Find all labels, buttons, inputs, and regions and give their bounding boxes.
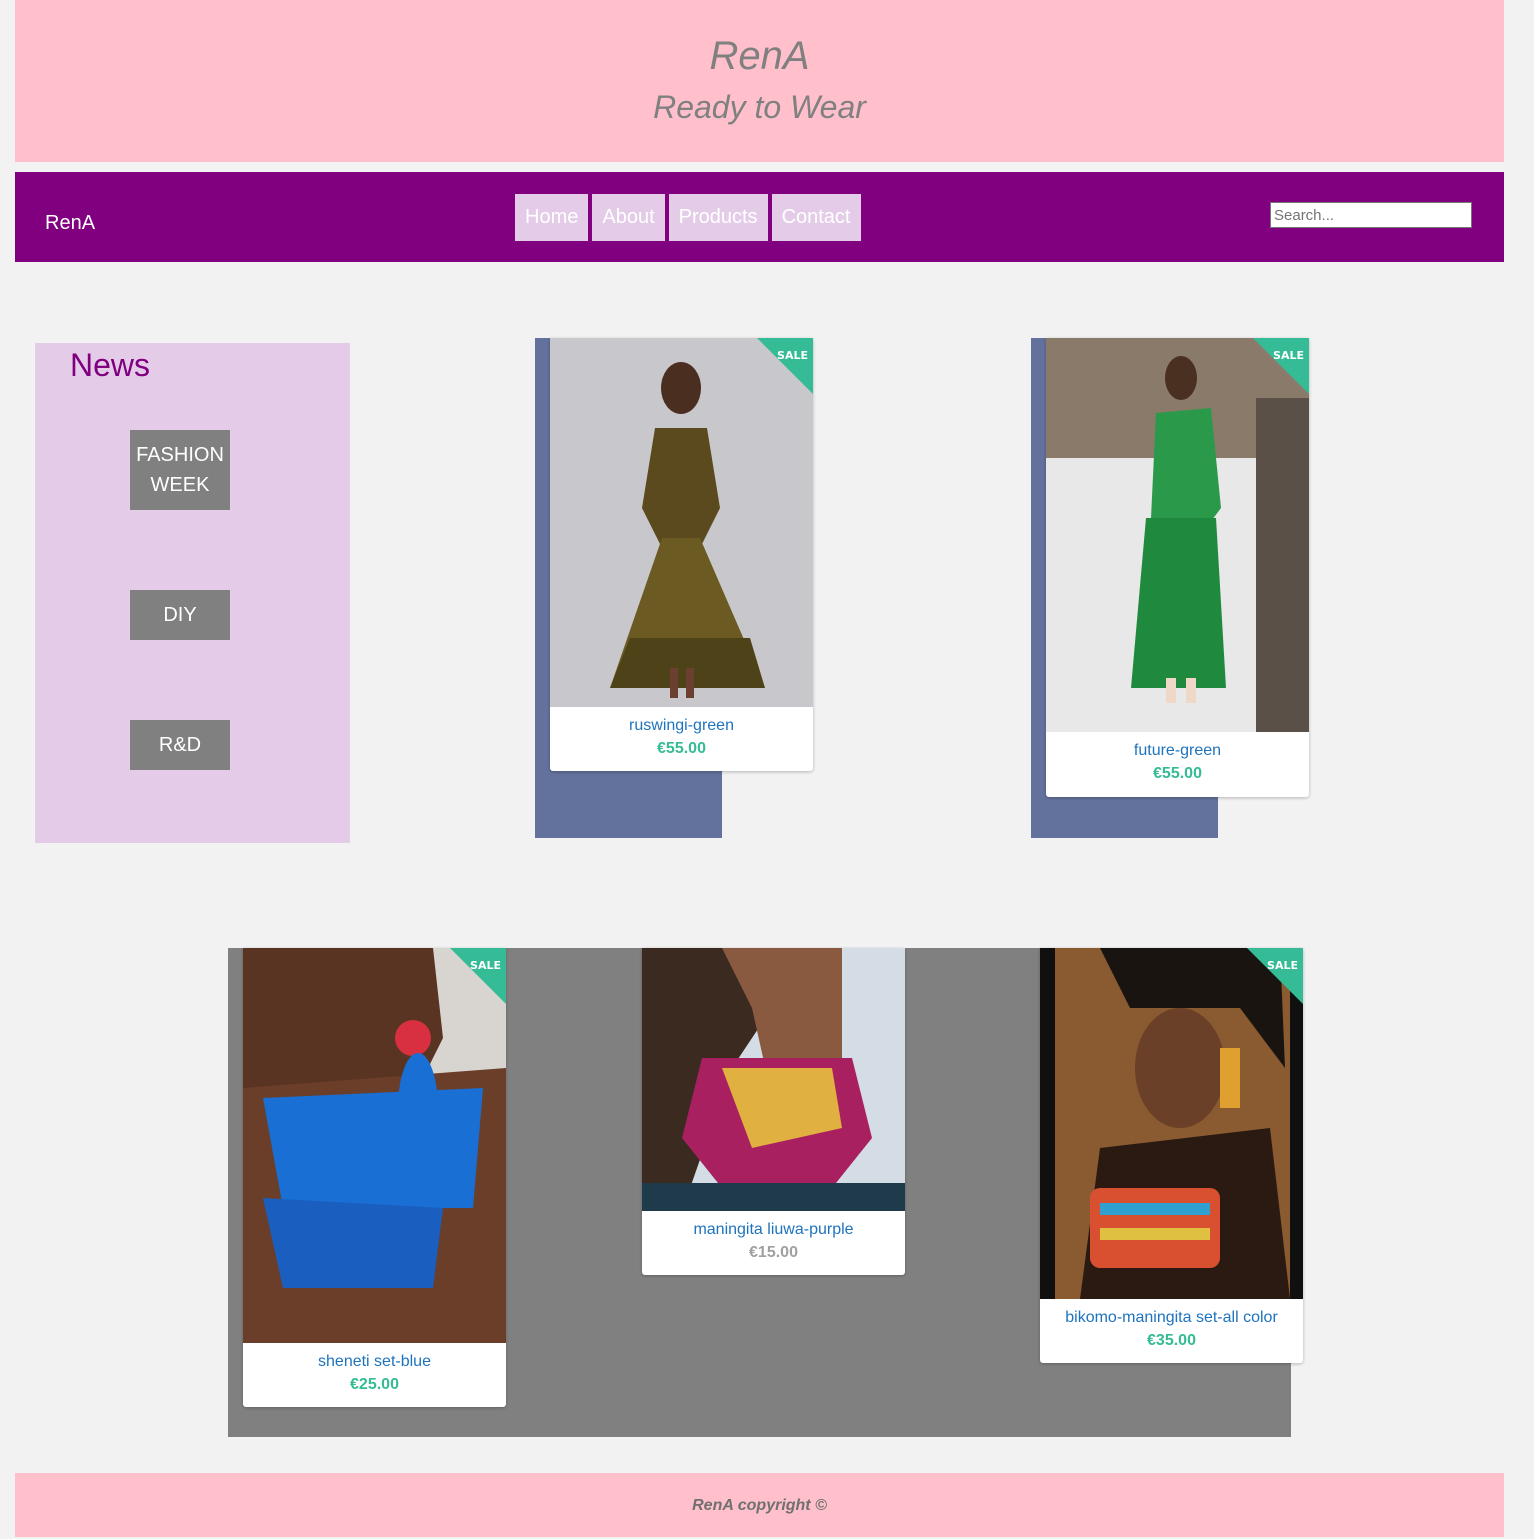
site-footer: RenA copyright © bbox=[15, 1473, 1504, 1537]
product-name[interactable]: maningita liuwa-purple bbox=[642, 1220, 905, 1240]
news-button-fashion-week[interactable]: FASHION WEEK bbox=[130, 430, 230, 510]
product-photo[interactable]: SALE bbox=[550, 338, 813, 707]
copyright-text: RenA copyright © bbox=[692, 1497, 827, 1514]
news-panel: News FASHION WEEK DIY R&D bbox=[35, 343, 350, 843]
sale-ribbon bbox=[1247, 948, 1303, 1004]
sale-badge: SALE bbox=[470, 959, 501, 972]
sale-badge: SALE bbox=[1273, 349, 1304, 362]
product-name[interactable]: bikomo-maningita set-all color bbox=[1040, 1308, 1303, 1328]
product-price: €25.00 bbox=[350, 1376, 399, 1393]
product-card[interactable]: SALE ruswingi-green €55.00 bbox=[550, 338, 813, 771]
product-name[interactable]: ruswingi-green bbox=[550, 716, 813, 736]
navbar: RenA Home About Products Contact bbox=[15, 172, 1504, 262]
product-card[interactable]: SALE future-green €55.00 bbox=[1046, 338, 1309, 797]
nav-menu: Home About Products Contact bbox=[515, 194, 861, 241]
news-button-diy[interactable]: DIY bbox=[130, 590, 230, 640]
site-tagline: Ready to Wear bbox=[653, 89, 866, 125]
product-card[interactable]: maningita liuwa-purple €15.00 bbox=[642, 948, 905, 1275]
sale-ribbon bbox=[1253, 338, 1309, 394]
product-photo[interactable]: SALE bbox=[243, 948, 506, 1343]
product-card[interactable]: SALE bikomo-maningita set-all color €35.… bbox=[1040, 948, 1303, 1363]
site-brand: RenA bbox=[709, 34, 810, 78]
site-banner: RenA Ready to Wear bbox=[15, 0, 1504, 162]
nav-logo[interactable]: RenA bbox=[45, 212, 95, 235]
product-price: €15.00 bbox=[749, 1244, 798, 1261]
product-name[interactable]: future-green bbox=[1046, 741, 1309, 761]
news-title: News bbox=[70, 347, 151, 383]
product-card[interactable]: SALE sheneti set-blue €25.00 bbox=[243, 948, 506, 1407]
product-price: €55.00 bbox=[1153, 765, 1202, 782]
product-photo[interactable] bbox=[642, 948, 905, 1211]
news-button-rd[interactable]: R&D bbox=[130, 720, 230, 770]
nav-link-about[interactable]: About bbox=[592, 194, 665, 241]
sale-badge: SALE bbox=[777, 349, 808, 362]
product-name[interactable]: sheneti set-blue bbox=[243, 1352, 506, 1372]
product-price: €35.00 bbox=[1147, 1332, 1196, 1349]
sale-ribbon bbox=[450, 948, 506, 1004]
product-photo[interactable]: SALE bbox=[1040, 948, 1303, 1299]
nav-link-products[interactable]: Products bbox=[668, 194, 768, 241]
product-price: €55.00 bbox=[657, 740, 706, 757]
search-input[interactable] bbox=[1270, 202, 1472, 228]
nav-link-contact[interactable]: Contact bbox=[771, 194, 861, 241]
product-photo[interactable]: SALE bbox=[1046, 338, 1309, 732]
sale-badge: SALE bbox=[1267, 959, 1298, 972]
sale-ribbon bbox=[757, 338, 813, 394]
nav-link-home[interactable]: Home bbox=[515, 194, 589, 241]
